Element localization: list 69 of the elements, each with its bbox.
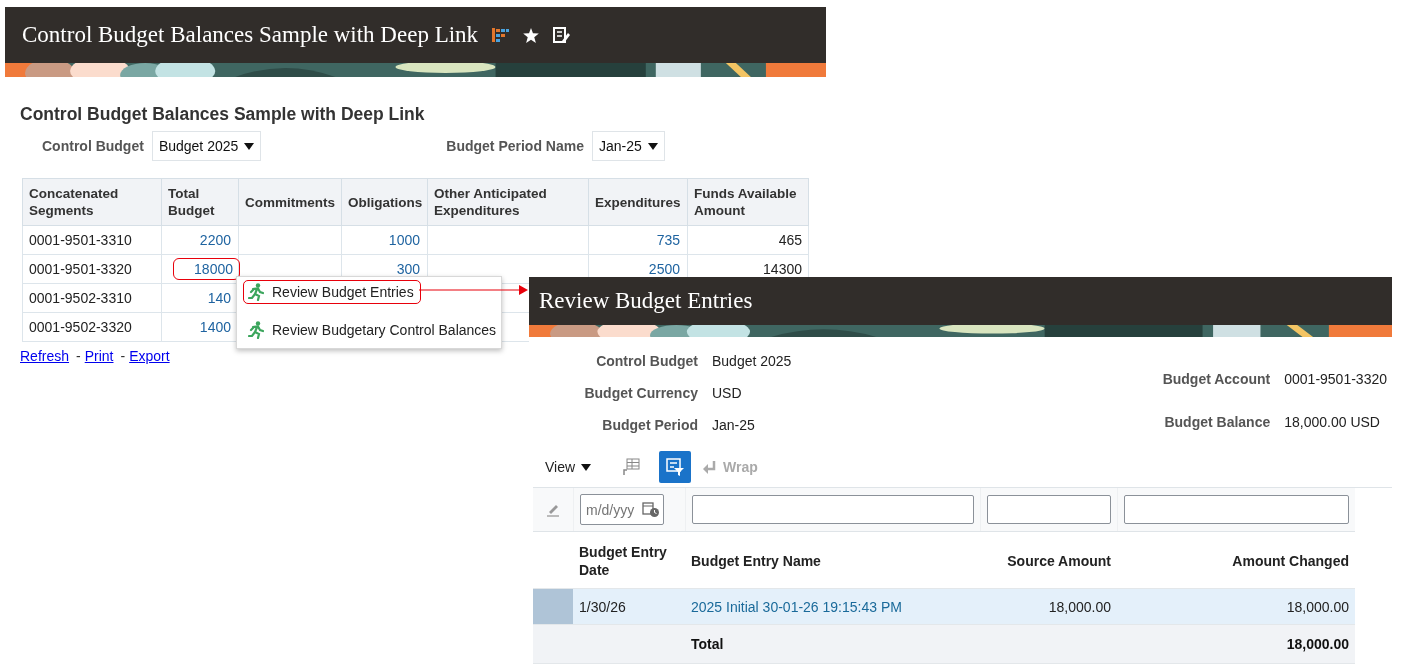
return-arrow-icon: [703, 460, 718, 474]
table-cell: 0001-9502-3310: [29, 290, 132, 306]
running-figure-icon: [248, 283, 264, 301]
action-link[interactable]: Print: [84, 348, 114, 364]
parameter-label: Budget Period Name: [446, 138, 584, 154]
edit-icon[interactable]: [553, 27, 571, 43]
field-value: USD: [712, 385, 743, 401]
total-amount: 18,000.00: [1286, 636, 1349, 652]
link-separator: -: [120, 348, 126, 364]
source-filter-field[interactable]: [987, 495, 1111, 524]
caret-icon: [244, 142, 255, 150]
field-label: Budget Account: [1162, 370, 1271, 387]
column-header: Concatenated Segments: [22, 178, 162, 226]
column-header: Expenditures: [588, 178, 688, 226]
table-cell: 0001-9502-3320: [29, 319, 132, 335]
calendar-icon[interactable]: [642, 501, 660, 518]
caret-icon: [647, 142, 658, 150]
table-cell: 1/30/26: [579, 598, 626, 615]
table-cell: 18,000.00: [1286, 598, 1349, 615]
column-header: Budget Entry Name: [691, 552, 821, 570]
bars-icon[interactable]: [492, 28, 510, 42]
table-cell: 0001-9501-3320: [29, 261, 132, 277]
parameter-dropdown[interactable]: Jan-25: [592, 131, 665, 161]
column-header: Total Budget: [161, 178, 239, 226]
column-header: Source Amount: [1007, 552, 1111, 570]
clear-filter-icon[interactable]: [546, 502, 560, 517]
amount-link[interactable]: 300: [395, 259, 421, 279]
running-figure-icon: [248, 321, 264, 339]
star-icon[interactable]: [523, 27, 540, 43]
menu-item[interactable]: Review Budgetary Control Balances: [243, 318, 504, 342]
table-row[interactable]: 1/30/26 2025 Initial 30-01-26 19:15:43 PM 18,000.00 18,000.00: [533, 589, 1355, 625]
date-filter-field[interactable]: m/d/yyy: [580, 494, 664, 525]
report-heading: Control Budget Balances Sample with Deep Link: [20, 104, 426, 125]
filter-icon: [666, 458, 685, 476]
field-label: Budget Period: [601, 417, 698, 433]
field-value: Jan-25: [712, 417, 756, 433]
table-cell: 0001-9501-3310: [29, 232, 132, 248]
field-label: Budget Balance: [1163, 413, 1271, 430]
action-link[interactable]: Export: [129, 348, 170, 364]
column-header: Commitments: [238, 178, 342, 226]
column-header: Amount Changed: [1232, 552, 1349, 570]
column-header: Obligations: [341, 178, 428, 226]
view-menu[interactable]: View: [545, 459, 592, 475]
parameter-label: Control Budget: [42, 138, 144, 154]
table-cell: 18,000.00: [1048, 598, 1111, 615]
column-header: Other Anticipated Expenditures: [427, 178, 589, 226]
name-filter-field[interactable]: [692, 495, 974, 524]
total-label: Total: [691, 636, 724, 652]
field-label: Control Budget: [595, 353, 698, 369]
field-value: 18,000.00 USD: [1284, 413, 1381, 430]
field-label: Budget Currency: [583, 385, 698, 401]
column-header: Budget Entry Date: [579, 543, 668, 579]
table-cell: 14300: [763, 261, 802, 277]
caret-icon: [581, 463, 592, 471]
amount-link[interactable]: 735: [655, 230, 681, 250]
window-title: Control Budget Balances Sample with Deep Link: [22, 22, 479, 48]
table-icon: [622, 458, 641, 476]
entry-name-link[interactable]: 2025 Initial 30-01-26 19:15:43 PM: [691, 598, 902, 615]
menu-item[interactable]: Review Budget Entries: [243, 280, 421, 304]
field-value: Budget 2025: [712, 353, 792, 369]
filter-button[interactable]: [659, 451, 692, 483]
table-cell: 465: [778, 232, 802, 248]
column-header: Funds Available Amount: [687, 178, 809, 226]
link-separator: -: [76, 348, 81, 364]
window-title: Review Budget Entries: [539, 288, 753, 314]
amount-filter-field[interactable]: [1124, 495, 1349, 524]
parameter-dropdown[interactable]: Budget 2025: [151, 131, 262, 161]
action-link[interactable]: Refresh: [20, 348, 70, 364]
field-value: 0001-9501-3320: [1284, 370, 1387, 387]
